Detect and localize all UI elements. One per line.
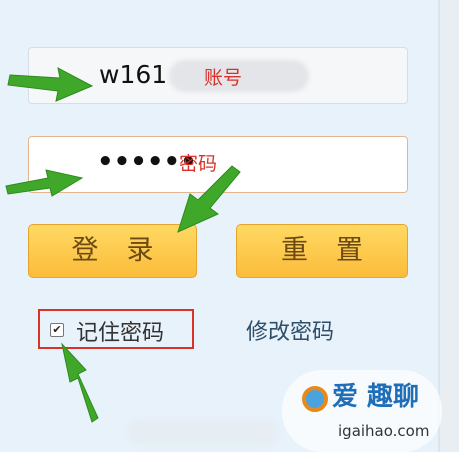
password-annotation: 密码 [179,153,218,175]
username-field[interactable]: w161 账号 [28,47,408,104]
password-field[interactable]: •••••• 密码 [28,136,408,193]
bottom-redaction-blur [128,420,278,444]
username-annotation: 账号 [204,67,243,89]
change-password-link[interactable]: 修改密码 [246,314,334,346]
remember-password-highlight: ✔ 记住密码 [38,309,194,349]
login-button[interactable]: 登录 [28,224,197,278]
watermark-url: igaihao.com [338,422,430,440]
reset-button[interactable]: 重置 [236,224,408,278]
remember-password-checkbox[interactable]: ✔ [50,323,64,337]
username-value: w161 [99,60,168,89]
remember-password-label[interactable]: 记住密码 [76,315,164,347]
site-watermark: 爱 趣聊 igaihao.com [282,370,442,452]
watermark-text: 爱 趣聊 [332,382,420,412]
watermark-logo-icon [302,386,328,412]
